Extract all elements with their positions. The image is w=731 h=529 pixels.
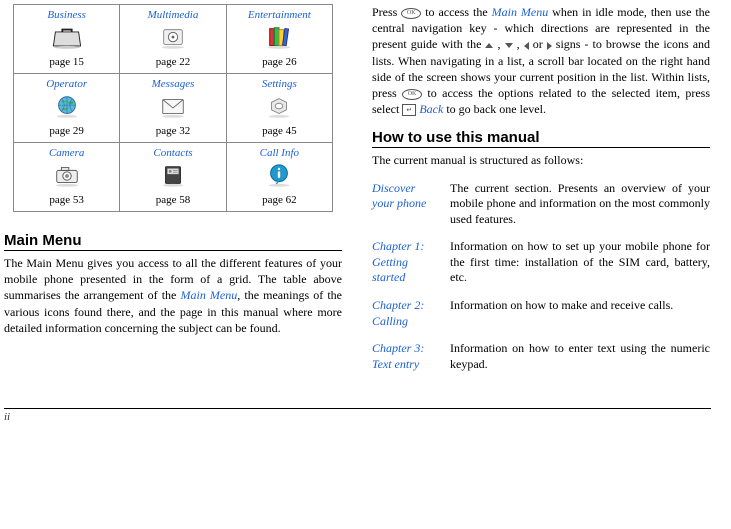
- chapters-list: Discover your phone The current section.…: [372, 175, 710, 379]
- cell-title: Multimedia: [122, 9, 223, 21]
- cell-title: Operator: [16, 78, 117, 90]
- cell-title: Camera: [16, 147, 117, 159]
- chapter-desc: The current section. Presents an overvie…: [450, 175, 710, 234]
- chapter-row: Chapter 1: Getting started Information o…: [372, 233, 710, 292]
- back-key-icon: ↵: [402, 104, 416, 116]
- ok-key-icon: OK: [401, 8, 421, 19]
- grid-cell: Operator page 29: [14, 74, 120, 143]
- chapter-row: Chapter 3: Text entry Information on how…: [372, 335, 710, 378]
- grid-cell: Entertainment page 26: [226, 5, 332, 74]
- grid-cell: Settings page 45: [226, 74, 332, 143]
- grid-cell: Call Info page 62: [226, 143, 332, 212]
- multimedia-icon: [154, 24, 192, 52]
- envelope-icon: [154, 93, 192, 121]
- how-to-use-heading: How to use this manual: [372, 129, 710, 146]
- page-footer: ii: [4, 408, 711, 423]
- grid-cell: Contacts page 58: [120, 143, 226, 212]
- cell-title: Entertainment: [229, 9, 330, 21]
- chapter-desc: Information on how to make and receive c…: [450, 292, 710, 335]
- cell-title: Settings: [229, 78, 330, 90]
- menu-grid: Business page 15 Multimedia page 22 Ente…: [13, 4, 333, 212]
- cell-title: Contacts: [122, 147, 223, 159]
- books-icon: [260, 24, 298, 52]
- grid-cell: Messages page 32: [120, 74, 226, 143]
- grid-cell: Business page 15: [14, 5, 120, 74]
- heading-rule: [4, 250, 342, 251]
- page-ref: page 32: [156, 125, 191, 137]
- info-icon: [260, 162, 298, 190]
- page-ref: page 53: [49, 194, 84, 206]
- chapter-label: Chapter 2: Calling: [372, 292, 450, 335]
- page-ref: page 45: [262, 125, 297, 137]
- page-ref: page 58: [156, 194, 191, 206]
- page-ref: page 62: [262, 194, 297, 206]
- chapter-label: Discover your phone: [372, 175, 450, 234]
- grid-cell: Multimedia page 22: [120, 5, 226, 74]
- chapter-row: Chapter 2: Calling Information on how to…: [372, 292, 710, 335]
- heading-rule: [372, 147, 710, 148]
- cell-title: Call Info: [229, 147, 330, 159]
- page-ref: page 29: [49, 125, 84, 137]
- main-menu-link: Main Menu: [180, 288, 237, 302]
- cell-title: Messages: [122, 78, 223, 90]
- chapter-desc: Information on how to set up your mobile…: [450, 233, 710, 292]
- contacts-icon: [154, 162, 192, 190]
- nut-icon: [260, 93, 298, 121]
- page-ref: page 15: [49, 56, 84, 68]
- main-menu-paragraph: The Main Menu gives you access to all th…: [4, 255, 342, 336]
- main-menu-heading: Main Menu: [4, 232, 342, 249]
- chapter-row: Discover your phone The current section.…: [372, 175, 710, 234]
- chapter-label: Chapter 1: Getting started: [372, 233, 450, 292]
- briefcase-icon: [48, 24, 86, 52]
- chapter-label: Chapter 3: Text entry: [372, 335, 450, 378]
- arrow-down-icon: [505, 43, 513, 48]
- camera-icon: [48, 162, 86, 190]
- navigation-paragraph: Press OK to access the Main Menu when in…: [372, 4, 710, 117]
- back-link: Back: [419, 102, 443, 116]
- main-menu-link: Main Menu: [492, 5, 549, 19]
- manual-intro: The current manual is structured as foll…: [372, 152, 710, 168]
- ok-key-icon: OK: [402, 89, 422, 100]
- page-ref: page 22: [156, 56, 191, 68]
- cell-title: Business: [16, 9, 117, 21]
- globe-icon: [48, 93, 86, 121]
- chapter-desc: Information on how to enter text using t…: [450, 335, 710, 378]
- grid-cell: Camera page 53: [14, 143, 120, 212]
- page-ref: page 26: [262, 56, 297, 68]
